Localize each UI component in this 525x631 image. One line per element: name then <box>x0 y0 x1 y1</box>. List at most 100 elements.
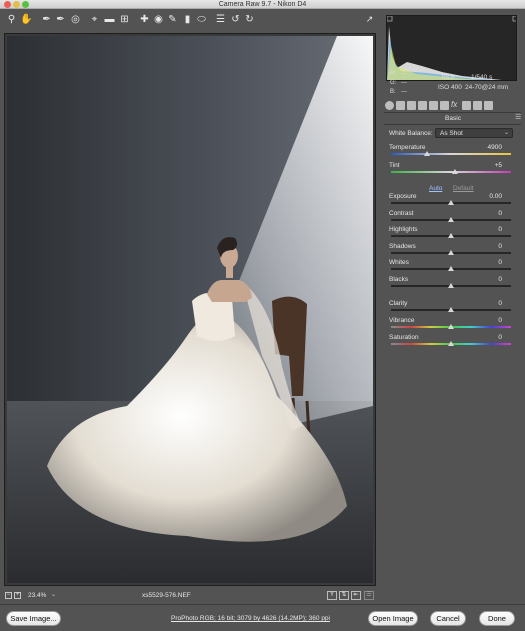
tab-basic-icon[interactable] <box>385 101 394 110</box>
slider-value[interactable]: 0 <box>498 334 502 341</box>
tab-presets-icon[interactable] <box>473 101 482 110</box>
tab-tone-curve-icon[interactable] <box>396 101 405 110</box>
done-button[interactable]: Done <box>479 611 515 626</box>
slider-thumb[interactable] <box>448 200 454 205</box>
hand-tool-icon[interactable]: ✋ <box>20 13 33 26</box>
zoom-tool-icon[interactable]: ⚲ <box>5 13 18 26</box>
slider-shadows[interactable]: Shadows 0 <box>389 243 514 259</box>
slider-thumb[interactable] <box>451 169 458 174</box>
slider-clarity[interactable]: Clarity 0 <box>389 300 514 316</box>
white-balance-label: White Balance: <box>389 130 433 137</box>
straighten-tool-icon[interactable]: ▬ <box>103 13 116 26</box>
preferences-icon[interactable]: ☰ <box>214 13 227 26</box>
slider-tint[interactable]: Tint +5 <box>389 162 514 178</box>
slider-label: Shadows <box>389 243 416 250</box>
transform-tool-icon[interactable]: ⊞ <box>118 13 131 26</box>
white-balance-tool-icon[interactable]: ✒ <box>40 13 53 26</box>
targeted-adjustment-tool-icon[interactable]: ◎ <box>69 13 82 26</box>
zoom-level[interactable]: 23.4% <box>28 592 46 599</box>
tab-detail-icon[interactable] <box>407 101 416 110</box>
slider-value[interactable]: 0 <box>498 276 502 283</box>
slider-value[interactable]: 0.00 <box>489 193 502 200</box>
swap-settings-button[interactable]: ⇅ <box>339 591 349 600</box>
tab-split-toning-icon[interactable] <box>429 101 438 110</box>
rgb-r-label: R: <box>390 71 396 77</box>
tab-effects-icon[interactable]: fx <box>451 100 457 109</box>
slider-thumb[interactable] <box>448 307 454 312</box>
zoom-out-button[interactable]: − <box>5 592 12 599</box>
slider-value[interactable]: 0 <box>498 210 502 217</box>
zoom-in-button[interactable]: + <box>14 592 21 599</box>
rgb-r-value: --- <box>401 71 407 77</box>
slider-saturation[interactable]: Saturation 0 <box>389 334 514 350</box>
slider-blacks[interactable]: Blacks 0 <box>389 276 514 292</box>
crop-tool-icon[interactable]: ⌖ <box>88 13 101 26</box>
slider-track[interactable] <box>391 153 511 155</box>
auto-link[interactable]: Auto <box>429 185 442 192</box>
tab-snapshots-icon[interactable] <box>484 101 493 110</box>
before-after-toggle-button[interactable]: Y <box>327 591 337 600</box>
slider-value[interactable]: 0 <box>498 300 502 307</box>
slider-value[interactable]: 0 <box>498 226 502 233</box>
white-balance-select[interactable]: As Shot ⌄ <box>435 128 513 138</box>
slider-label: Whites <box>389 259 409 266</box>
copy-settings-button[interactable]: ⇤ <box>351 591 361 600</box>
panel-menu-icon[interactable]: ☰ <box>515 113 521 121</box>
tab-lens-corrections-icon[interactable] <box>440 101 449 110</box>
slider-contrast[interactable]: Contrast 0 <box>389 210 514 226</box>
slider-thumb[interactable] <box>424 151 430 156</box>
slider-thumb[interactable] <box>448 250 454 255</box>
slider-label: Clarity <box>389 300 408 307</box>
fullscreen-icon[interactable]: ↗ <box>363 13 376 26</box>
slider-temperature[interactable]: Temperature 4900 <box>389 144 514 160</box>
tab-hsl-icon[interactable] <box>418 101 427 110</box>
preview-preferences-button[interactable]: ☰ <box>364 591 374 600</box>
cancel-button[interactable]: Cancel <box>430 611 466 626</box>
title-bar: Camera Raw 9.7 - Nikon D4 <box>0 0 525 9</box>
chevron-down-icon: ⌄ <box>503 130 509 136</box>
slider-highlights[interactable]: Highlights 0 <box>389 226 514 242</box>
slider-label: Highlights <box>389 226 418 233</box>
tab-camera-calibration-icon[interactable] <box>462 101 471 110</box>
slider-exposure[interactable]: Exposure 0.00 <box>389 193 514 209</box>
adjustment-brush-icon[interactable]: ✎ <box>166 13 179 26</box>
color-sampler-tool-icon[interactable]: ✒ <box>54 13 67 26</box>
adjustments-panel: R: --- G: --- B: --- f/5.6 1/540 s ISO 4… <box>381 12 525 604</box>
slider-value[interactable]: 0 <box>498 243 502 250</box>
save-image-button[interactable]: Save Image... <box>6 611 61 626</box>
red-eye-tool-icon[interactable]: ◉ <box>152 13 165 26</box>
slider-vibrance[interactable]: Vibrance 0 <box>389 317 514 333</box>
slider-label: Saturation <box>389 334 419 341</box>
rgb-b-label: B: <box>390 89 396 95</box>
aperture-value: f/5.6 <box>442 74 455 81</box>
workflow-options-link[interactable]: ProPhoto RGB; 16 bit; 3079 by 4626 (14.2… <box>171 615 330 622</box>
slider-label: Blacks <box>389 276 409 283</box>
slider-thumb[interactable] <box>448 266 454 271</box>
rgb-g-value: --- <box>401 80 407 86</box>
slider-value[interactable]: 4900 <box>488 144 502 151</box>
open-image-button[interactable]: Open Image <box>368 611 418 626</box>
shutter-value: 1/540 s <box>471 74 493 81</box>
rgb-g-label: G: <box>390 80 397 86</box>
graduated-filter-icon[interactable]: ▮ <box>181 13 194 26</box>
slider-whites[interactable]: Whites 0 <box>389 259 514 275</box>
slider-value[interactable]: 0 <box>498 317 502 324</box>
slider-thumb[interactable] <box>448 283 454 288</box>
slider-value[interactable]: 0 <box>498 259 502 266</box>
image-preview-area[interactable] <box>4 33 376 586</box>
slider-thumb[interactable] <box>448 341 454 346</box>
white-balance-value: As Shot <box>440 130 463 137</box>
slider-value[interactable]: +5 <box>495 162 502 169</box>
slider-thumb[interactable] <box>448 324 454 329</box>
default-link[interactable]: Default <box>453 185 474 192</box>
rotate-right-icon[interactable]: ↻ <box>243 13 256 26</box>
spot-removal-tool-icon[interactable]: ✚ <box>138 13 151 26</box>
slider-thumb[interactable] <box>448 217 454 222</box>
rotate-left-icon[interactable]: ↺ <box>229 13 242 26</box>
slider-label: Vibrance <box>389 317 415 324</box>
radial-filter-icon[interactable]: ⬭ <box>195 13 208 26</box>
slider-label: Exposure <box>389 193 417 200</box>
slider-label: Tint <box>389 162 400 169</box>
slider-thumb[interactable] <box>448 233 454 238</box>
zoom-dropdown-icon[interactable]: ⌄ <box>51 591 56 598</box>
